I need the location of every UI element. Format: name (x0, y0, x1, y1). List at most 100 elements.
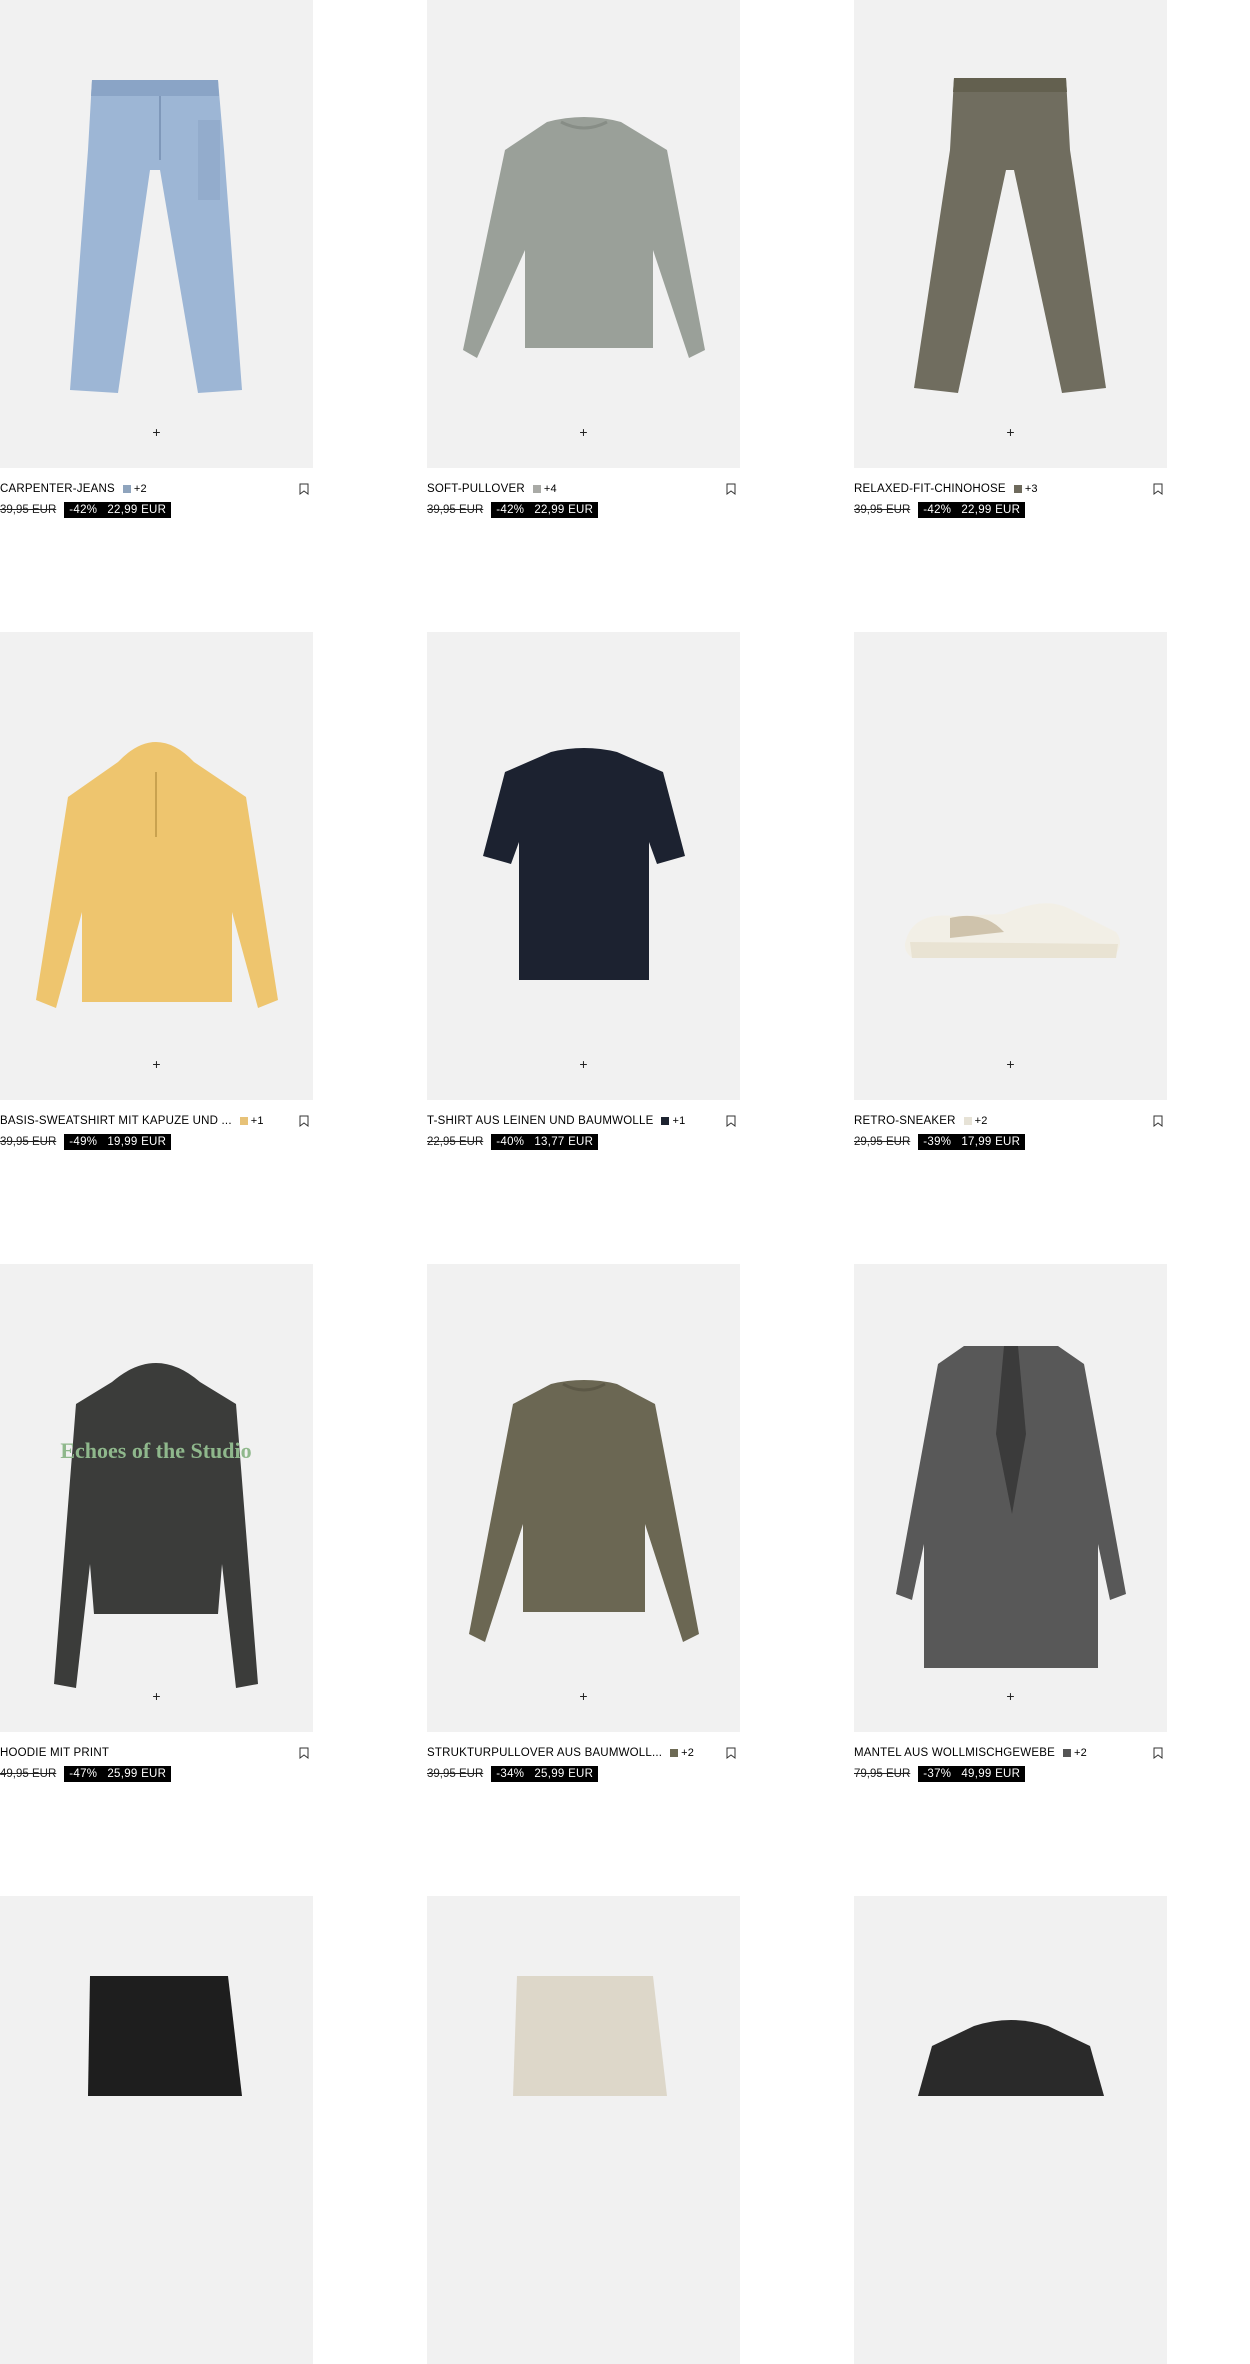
color-swatch[interactable] (122, 485, 131, 493)
color-swatch[interactable] (532, 485, 541, 493)
shorts-icon (513, 1976, 667, 2096)
product-name[interactable]: RELAXED-FIT-CHINOHOSE (854, 483, 1006, 495)
more-colors: +1 (250, 1115, 264, 1127)
quick-add-button[interactable]: + (1001, 422, 1021, 442)
product-image[interactable]: + (0, 632, 313, 1100)
product-name[interactable]: HOODIE MIT PRINT (0, 1747, 109, 1759)
product-image[interactable]: + (427, 0, 740, 468)
product-name[interactable]: T-SHIRT AUS LEINEN UND BAUMWOLLE (427, 1115, 653, 1127)
sale-badge: -49% 19,99 EUR (64, 1133, 172, 1150)
sale-badge: -39% 17,99 EUR (918, 1133, 1026, 1150)
product-image[interactable]: + (0, 0, 313, 468)
discount: -42% (496, 503, 525, 516)
product-image[interactable]: + (854, 1264, 1167, 1732)
product-card[interactable]: + RETRO-SNEAKER +2 29,95 EUR -39% 17,99 E… (854, 632, 1167, 1150)
bookmark-icon[interactable] (1153, 1747, 1163, 1759)
printed-hoodie-icon: Echoes of the Studio (54, 1363, 258, 1688)
coat-icon (896, 1346, 1126, 1668)
product-image[interactable]: Echoes of the Studio + (0, 1264, 313, 1732)
sale-price: 13,77 EUR (534, 1135, 594, 1148)
color-swatch[interactable] (963, 1117, 972, 1125)
product-card[interactable]: + BASIS-SWEATSHIRT MIT KAPUZE UND ... +1… (0, 632, 313, 1150)
sale-price: 17,99 EUR (961, 1135, 1021, 1148)
color-swatch[interactable] (239, 1117, 248, 1125)
product-image[interactable] (854, 1896, 1167, 2364)
quick-add-button[interactable]: + (574, 1686, 594, 1706)
sale-badge: -37% 49,99 EUR (918, 1765, 1026, 1782)
product-card[interactable]: + SOFT-PULLOVER +4 39,95 EUR -42% 22,99 E… (427, 0, 740, 518)
product-name[interactable]: STRUKTURPULLOVER AUS BAUMWOLL... (427, 1747, 662, 1759)
product-name[interactable]: CARPENTER-JEANS (0, 483, 115, 495)
product-card[interactable] (0, 1896, 313, 2364)
color-swatch[interactable] (1062, 1749, 1071, 1757)
sale-badge: -40% 13,77 EUR (491, 1133, 599, 1150)
more-colors: +1 (672, 1115, 686, 1127)
sale-badge: -42% 22,99 EUR (918, 501, 1026, 518)
bookmark-icon[interactable] (726, 483, 736, 495)
discount: -34% (496, 1767, 525, 1780)
bookmark-icon[interactable] (726, 1747, 736, 1759)
old-price: 39,95 EUR (854, 503, 911, 516)
product-card[interactable]: + CARPENTER-JEANS +2 39,95 EUR -42% 22,99… (0, 0, 313, 518)
quick-add-button[interactable]: + (1001, 1054, 1021, 1074)
product-name[interactable]: MANTEL AUS WOLLMISCHGEWEBE (854, 1747, 1055, 1759)
more-colors: +2 (681, 1747, 695, 1759)
old-price: 39,95 EUR (0, 1135, 57, 1148)
bookmark-icon[interactable] (299, 1747, 309, 1759)
shorts-icon (88, 1976, 242, 2096)
discount: -42% (923, 503, 952, 516)
bookmark-icon[interactable] (299, 1115, 309, 1127)
product-image[interactable]: + (854, 632, 1167, 1100)
product-card[interactable]: + MANTEL AUS WOLLMISCHGEWEBE +2 79,95 EU… (854, 1264, 1167, 1782)
product-card[interactable]: + RELAXED-FIT-CHINOHOSE +3 39,95 EUR -42… (854, 0, 1167, 518)
product-card[interactable] (854, 1896, 1167, 2364)
quick-add-button[interactable]: + (147, 1686, 167, 1706)
sale-price: 22,99 EUR (961, 503, 1021, 516)
sale-badge: -42% 22,99 EUR (491, 501, 599, 518)
sneaker-icon (904, 903, 1120, 958)
sale-price: 49,99 EUR (961, 1767, 1021, 1780)
print-graphic: Echoes of the Studio (60, 1438, 251, 1463)
trousers-icon (914, 78, 1106, 393)
sweater-icon (463, 117, 705, 358)
product-image[interactable]: + (427, 1264, 740, 1732)
discount: -47% (69, 1767, 98, 1780)
product-image[interactable] (427, 1896, 740, 2364)
bookmark-icon[interactable] (299, 483, 309, 495)
product-card[interactable]: Echoes of the Studio + HOODIE MIT PRINT … (0, 1264, 313, 1782)
quick-add-button[interactable]: + (574, 422, 594, 442)
bookmark-icon[interactable] (1153, 483, 1163, 495)
sale-price: 22,99 EUR (534, 503, 594, 516)
color-swatch[interactable] (670, 1749, 679, 1757)
sale-price: 25,99 EUR (534, 1767, 594, 1780)
product-image[interactable]: + (854, 0, 1167, 468)
product-name[interactable]: RETRO-SNEAKER (854, 1115, 956, 1127)
old-price: 29,95 EUR (854, 1135, 911, 1148)
product-card[interactable] (427, 1896, 740, 2364)
quick-add-button[interactable]: + (574, 1054, 594, 1074)
more-colors: +4 (543, 483, 557, 495)
bookmark-icon[interactable] (1153, 1115, 1163, 1127)
product-card[interactable]: + STRUKTURPULLOVER AUS BAUMWOLL... +2 39… (427, 1264, 740, 1782)
product-card[interactable]: + T-SHIRT AUS LEINEN UND BAUMWOLLE +1 22… (427, 632, 740, 1150)
product-grid: + CARPENTER-JEANS +2 39,95 EUR -42% 22,99… (0, 0, 1250, 2364)
color-swatch[interactable] (1013, 485, 1022, 493)
bookmark-icon[interactable] (726, 1115, 736, 1127)
product-name[interactable]: BASIS-SWEATSHIRT MIT KAPUZE UND ... (0, 1115, 232, 1127)
sweater-icon (469, 1380, 699, 1642)
quick-add-button[interactable]: + (1001, 1686, 1021, 1706)
more-colors: +3 (1024, 483, 1038, 495)
old-price: 39,95 EUR (427, 1767, 484, 1780)
sweater-icon (918, 2020, 1104, 2096)
old-price: 49,95 EUR (0, 1767, 57, 1780)
sale-price: 22,99 EUR (107, 503, 167, 516)
color-swatch[interactable] (661, 1117, 670, 1125)
product-name[interactable]: SOFT-PULLOVER (427, 483, 525, 495)
discount: -40% (496, 1135, 525, 1148)
discount: -49% (69, 1135, 98, 1148)
quick-add-button[interactable]: + (147, 1054, 167, 1074)
quick-add-button[interactable]: + (147, 422, 167, 442)
sale-price: 25,99 EUR (107, 1767, 167, 1780)
product-image[interactable]: + (427, 632, 740, 1100)
product-image[interactable] (0, 1896, 313, 2364)
